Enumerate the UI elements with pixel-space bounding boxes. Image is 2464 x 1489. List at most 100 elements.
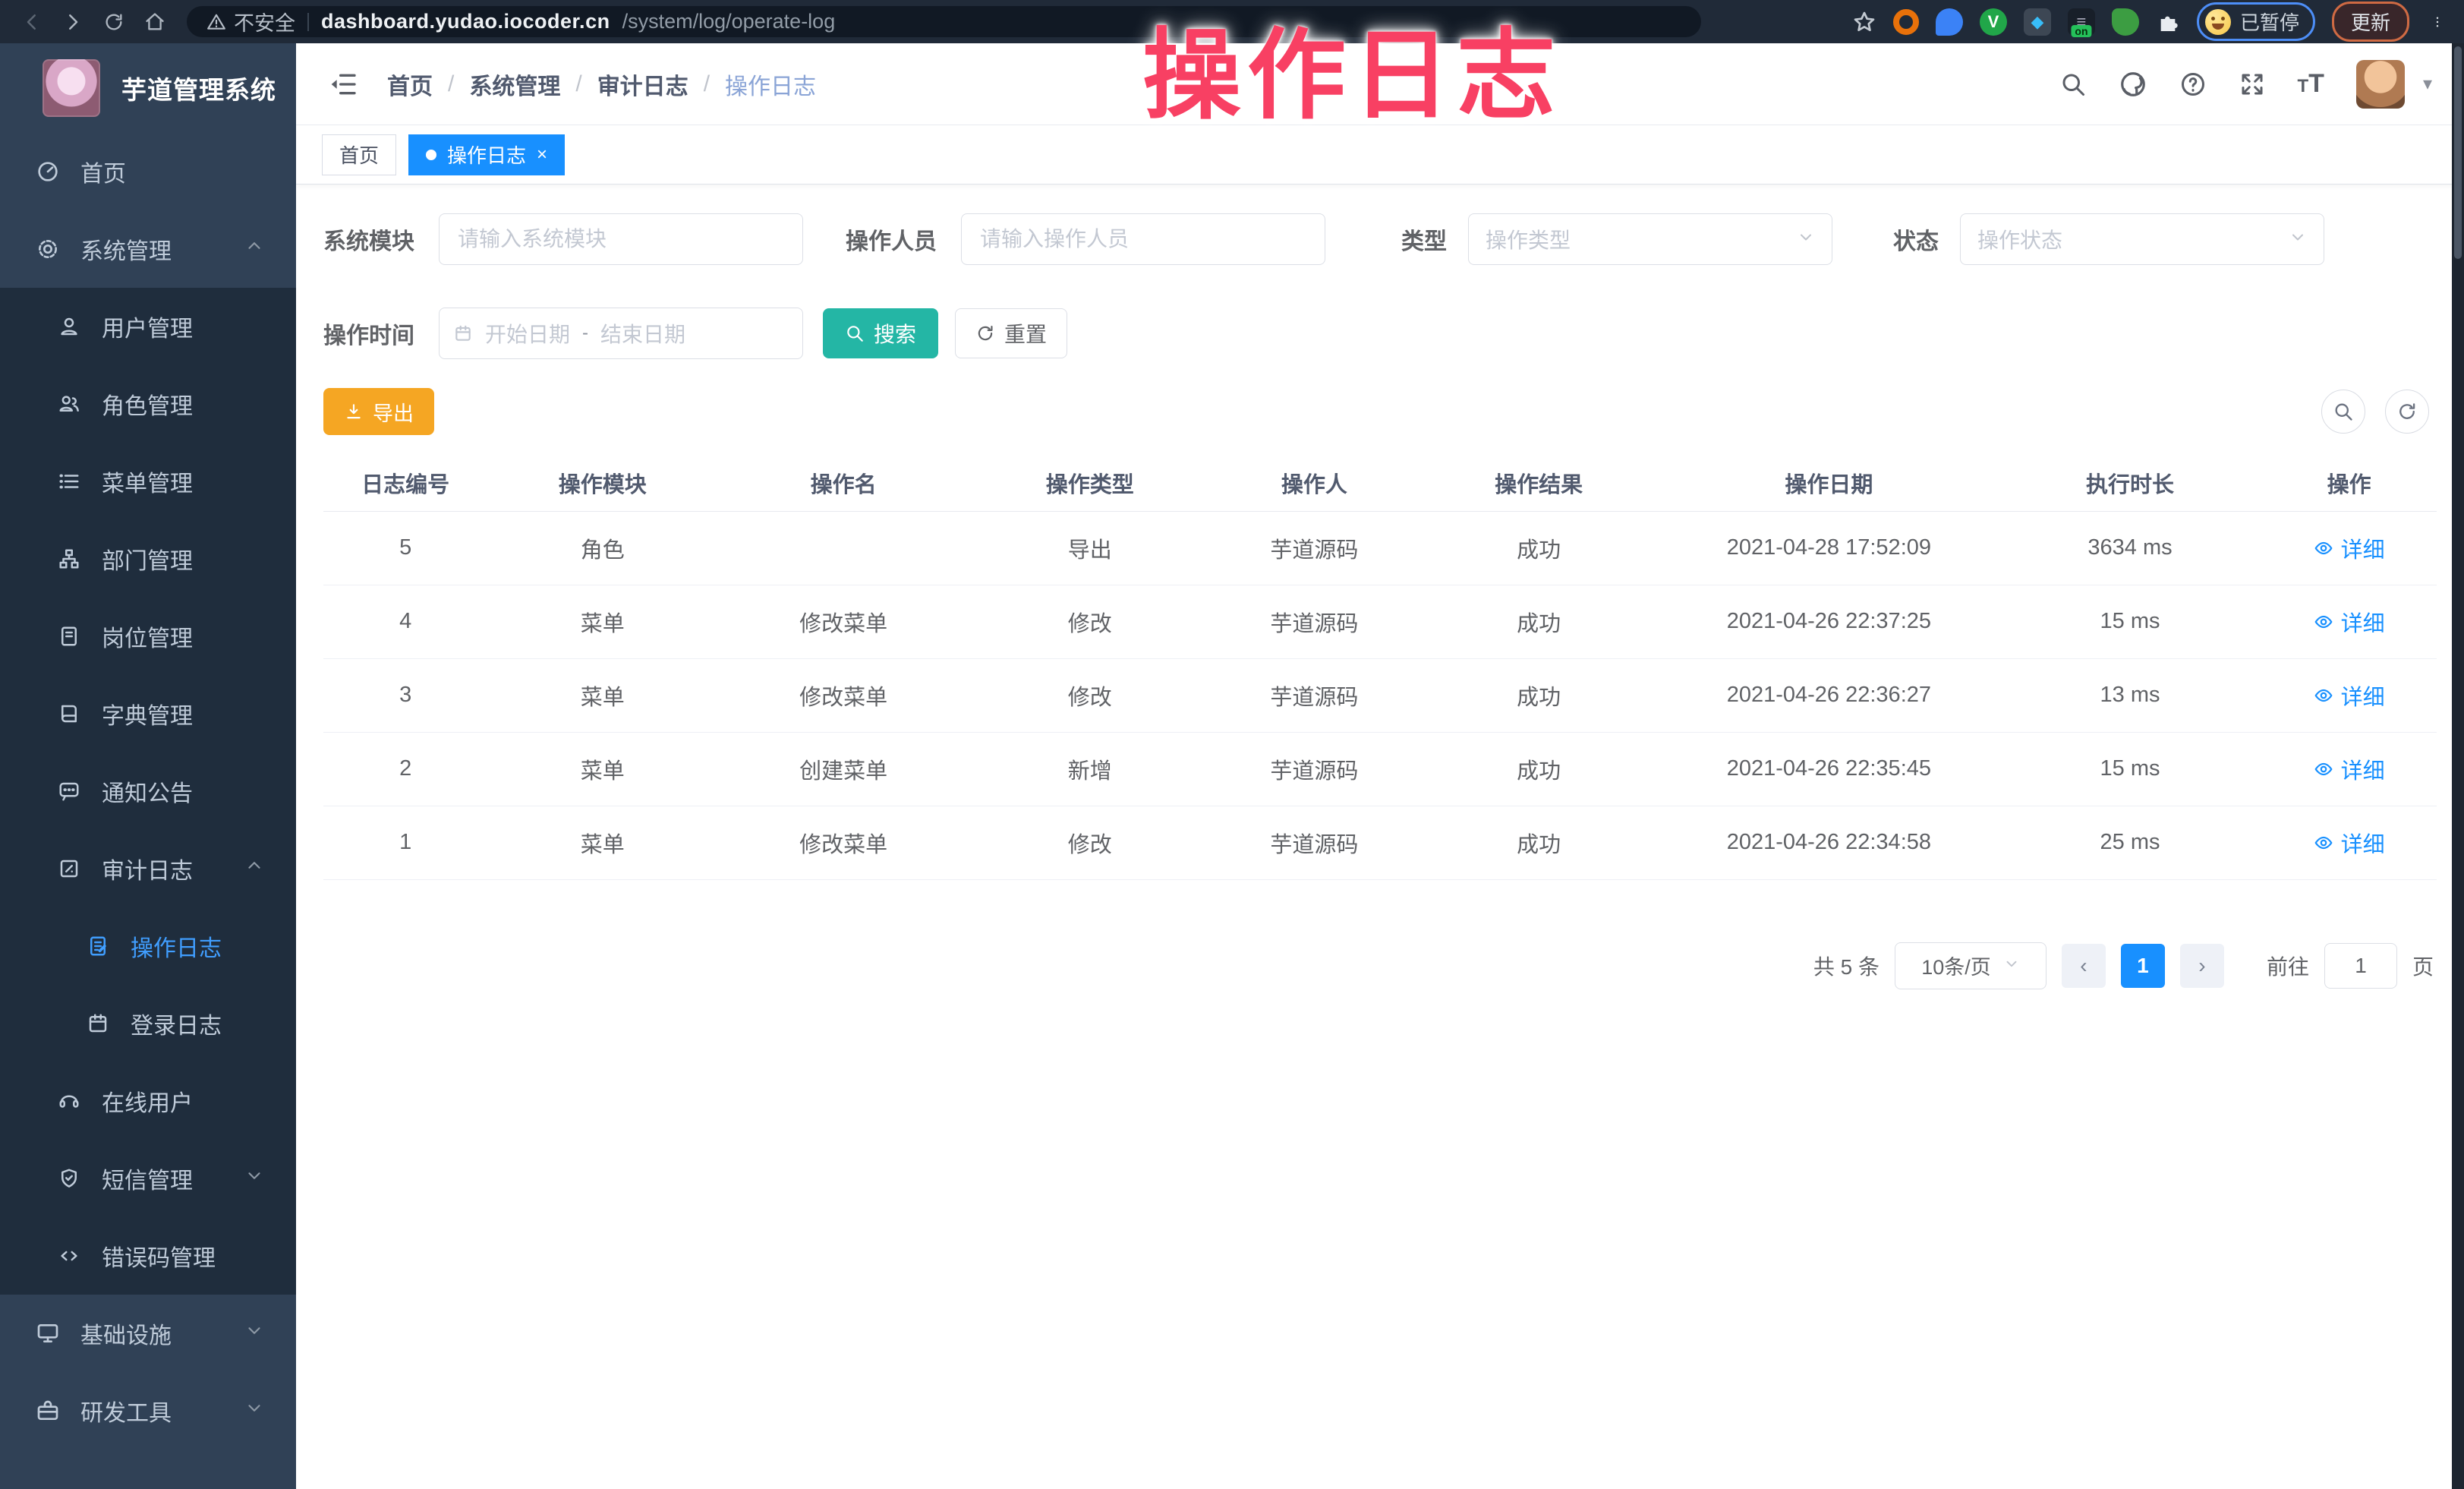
page-1-button[interactable]: 1 bbox=[2121, 944, 2165, 988]
page-size-select[interactable]: 10条/页 bbox=[1895, 942, 2047, 989]
extension-icon[interactable] bbox=[1893, 9, 1919, 35]
fullscreen-icon[interactable] bbox=[2239, 71, 2266, 98]
sms-shield-icon bbox=[55, 1167, 83, 1190]
search-icon[interactable] bbox=[2059, 71, 2087, 98]
eye-icon bbox=[2314, 833, 2333, 853]
tag-home[interactable]: 首页 bbox=[322, 134, 396, 175]
status-select[interactable]: 操作状态 bbox=[1960, 213, 2324, 265]
operate-log-icon bbox=[83, 935, 112, 957]
breadcrumb-item[interactable]: 系统管理 bbox=[469, 68, 560, 101]
cell-result: 成功 bbox=[1418, 511, 1659, 585]
sidebar-item-dev-tools[interactable]: 研发工具 bbox=[0, 1372, 296, 1450]
extensions-puzzle-icon[interactable] bbox=[2156, 10, 2180, 34]
window-scrollbar[interactable] bbox=[2452, 43, 2464, 1489]
operator-label: 操作人员 bbox=[846, 222, 961, 256]
user-avatar[interactable] bbox=[2356, 60, 2405, 109]
sidebar-item-menu-mgmt[interactable]: 菜单管理 bbox=[0, 443, 296, 520]
sidebar-item-home[interactable]: 首页 bbox=[0, 133, 296, 210]
show-search-button[interactable] bbox=[2321, 390, 2365, 434]
cell-operator: 芋道源码 bbox=[1210, 585, 1418, 658]
reset-button-label: 重置 bbox=[1004, 318, 1047, 349]
extension-icon[interactable]: V bbox=[1980, 8, 2007, 36]
sidebar-item-label: 角色管理 bbox=[102, 387, 193, 421]
extension-icon[interactable]: ≡on bbox=[2068, 8, 2095, 36]
time-label: 操作时间 bbox=[323, 317, 439, 350]
sidebar-item-error-code[interactable]: 错误码管理 bbox=[0, 1217, 296, 1295]
export-button-label: 导出 bbox=[373, 397, 414, 427]
operator-input[interactable] bbox=[961, 213, 1325, 265]
prev-page-button[interactable]: ‹ bbox=[2062, 944, 2106, 988]
close-icon[interactable]: × bbox=[537, 146, 547, 164]
sidebar-item-notice[interactable]: 通知公告 bbox=[0, 752, 296, 830]
tag-operate-log[interactable]: 操作日志 × bbox=[408, 134, 565, 175]
sidebar-item-user-mgmt[interactable]: 用户管理 bbox=[0, 288, 296, 365]
extension-on-badge: on bbox=[2071, 25, 2091, 37]
module-input[interactable] bbox=[439, 213, 803, 265]
sidebar-item-sms-mgmt[interactable]: 短信管理 bbox=[0, 1140, 296, 1217]
sidebar-item-label: 基础设施 bbox=[80, 1317, 172, 1350]
sidebar-item-post-mgmt[interactable]: 岗位管理 bbox=[0, 598, 296, 675]
sidebar-item-infrastructure[interactable]: 基础设施 bbox=[0, 1295, 296, 1372]
goto-page-input[interactable] bbox=[2324, 943, 2397, 989]
detail-link[interactable]: 详细 bbox=[2314, 680, 2385, 711]
sidebar-item-audit-log[interactable]: 审计日志 bbox=[0, 830, 296, 907]
breadcrumb-separator: / bbox=[704, 71, 710, 97]
reset-button[interactable]: 重置 bbox=[955, 308, 1067, 358]
paused-profile-badge[interactable]: 已暂停 bbox=[2197, 2, 2315, 41]
col-header: 执行时长 bbox=[1999, 455, 2261, 511]
sidebar-item-dict-mgmt[interactable]: 字典管理 bbox=[0, 675, 296, 752]
export-button[interactable]: 导出 bbox=[323, 388, 434, 435]
sidebar-item-operate-log[interactable]: 操作日志 bbox=[0, 907, 296, 985]
github-icon[interactable] bbox=[2119, 70, 2147, 99]
sidebar-item-online-users[interactable]: 在线用户 bbox=[0, 1062, 296, 1140]
refresh-table-button[interactable] bbox=[2385, 390, 2429, 434]
collapse-sidebar-icon[interactable] bbox=[328, 69, 358, 99]
sidebar-item-dept-mgmt[interactable]: 部门管理 bbox=[0, 520, 296, 598]
home-icon[interactable] bbox=[138, 5, 172, 39]
sidebar-item-label: 操作日志 bbox=[131, 929, 222, 963]
scrollbar-thumb[interactable] bbox=[2454, 46, 2462, 259]
help-icon[interactable] bbox=[2179, 71, 2207, 98]
url-host: dashboard.yudao.iocoder.cn bbox=[321, 10, 610, 33]
extension-icon[interactable]: ◆ bbox=[2024, 8, 2051, 36]
cell-module: 菜单 bbox=[487, 658, 717, 732]
type-select[interactable]: 操作类型 bbox=[1468, 213, 1832, 265]
next-page-button[interactable]: › bbox=[2180, 944, 2224, 988]
forward-icon[interactable] bbox=[56, 5, 90, 39]
breadcrumb-item[interactable]: 首页 bbox=[387, 68, 433, 101]
cell-log-id: 3 bbox=[323, 658, 487, 732]
detail-link[interactable]: 详细 bbox=[2314, 753, 2385, 785]
breadcrumb-item[interactable]: 审计日志 bbox=[597, 68, 688, 101]
online-user-icon bbox=[55, 1090, 83, 1112]
page-content: 系统模块 操作人员 类型 操作类型 状态 操作状态 操作时间 bbox=[296, 185, 2464, 989]
detail-link[interactable]: 详细 bbox=[2314, 532, 2385, 564]
col-header: 操作人 bbox=[1210, 455, 1418, 511]
cell-duration: 13 ms bbox=[1999, 658, 2261, 732]
app-logo-row[interactable]: 芋道管理系统 bbox=[0, 43, 296, 133]
caret-down-icon[interactable]: ▾ bbox=[2423, 73, 2432, 95]
extension-icon[interactable] bbox=[1936, 8, 1963, 36]
extension-icon[interactable] bbox=[2112, 8, 2139, 36]
address-bar[interactable]: 不安全 dashboard.yudao.iocoder.cn/system/lo… bbox=[187, 6, 1701, 37]
browser-update-button[interactable]: 更新 bbox=[2332, 2, 2409, 42]
bookmark-star-icon[interactable] bbox=[1852, 10, 1876, 34]
browser-menu-icon[interactable] bbox=[2426, 11, 2449, 33]
cell-op-type: 导出 bbox=[969, 511, 1210, 585]
sidebar-item-system-mgmt[interactable]: 系统管理 bbox=[0, 210, 296, 288]
search-button[interactable]: 搜索 bbox=[823, 308, 938, 358]
cell-operator: 芋道源码 bbox=[1210, 732, 1418, 806]
sidebar-item-label: 登录日志 bbox=[131, 1007, 222, 1040]
font-size-icon[interactable]: TT bbox=[2298, 69, 2324, 99]
detail-link[interactable]: 详细 bbox=[2314, 827, 2385, 859]
app-title: 芋道管理系统 bbox=[121, 70, 276, 106]
date-range-picker[interactable]: 开始日期 - 结束日期 bbox=[439, 308, 803, 359]
sidebar-item-login-log[interactable]: 登录日志 bbox=[0, 985, 296, 1062]
sidebar-item-role-mgmt[interactable]: 角色管理 bbox=[0, 365, 296, 443]
total-count: 共 5 条 bbox=[1813, 951, 1880, 981]
reload-icon[interactable] bbox=[97, 5, 131, 39]
back-icon[interactable] bbox=[15, 5, 49, 39]
chevron-down-icon bbox=[2003, 954, 2020, 977]
detail-link[interactable]: 详细 bbox=[2314, 606, 2385, 638]
security-warning[interactable]: 不安全 bbox=[206, 7, 295, 36]
chevron-down-icon bbox=[244, 1320, 264, 1346]
